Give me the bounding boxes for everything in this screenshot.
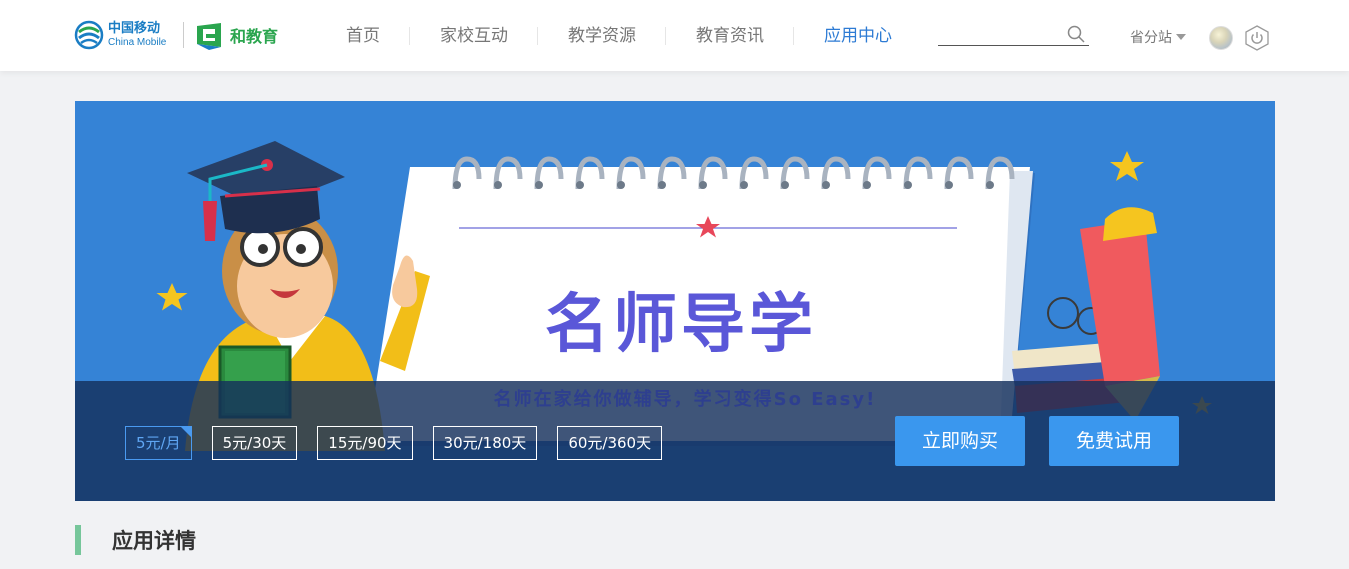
nav-teaching-resources[interactable]: 教学资源 (538, 25, 666, 47)
china-mobile-cn: 中国移动 (108, 21, 161, 36)
price-options: 5元/月 5元/30天 15元/90天 30元/180天 60元/360天 (125, 426, 682, 460)
banner-slogan: 名师在家给你做辅导，学习变得So Easy! (493, 389, 877, 410)
section-title: 应用详情 (112, 529, 196, 553)
caret-down-icon (1176, 34, 1186, 40)
logo-divider (183, 22, 184, 48)
search-input[interactable] (938, 24, 1058, 45)
china-mobile-icon (74, 20, 104, 50)
nav-home[interactable]: 首页 (316, 25, 410, 47)
search-box (938, 24, 1089, 46)
power-icon[interactable] (1244, 25, 1270, 55)
price-option-15-90days[interactable]: 15元/90天 (317, 426, 413, 460)
price-option-30-180days[interactable]: 30元/180天 (432, 426, 538, 460)
province-selector[interactable]: 省分站 (1130, 27, 1186, 47)
china-mobile-en: China Mobile (108, 37, 167, 48)
price-option-5-30days[interactable]: 5元/30天 (211, 426, 298, 460)
avatar[interactable] (1209, 26, 1233, 50)
nav-app-center[interactable]: 应用中心 (794, 25, 922, 47)
he-education-icon (197, 23, 221, 50)
top-header: 中国移动 China Mobile 和教育 首页 家校互动 教学资源 教育资讯 … (0, 0, 1349, 71)
china-mobile-logo[interactable]: 中国移动 China Mobile (74, 20, 166, 50)
nav-home-school[interactable]: 家校互动 (410, 25, 538, 47)
product-banner: 名师导学 名师在家给你做辅导，学习变得So Easy! 5元/月 5元/30天 … (75, 101, 1275, 501)
province-label: 省分站 (1130, 30, 1172, 46)
banner-title: 名师导学 (545, 288, 817, 362)
free-trial-button[interactable]: 免费试用 (1049, 416, 1179, 466)
buy-now-button[interactable]: 立即购买 (895, 416, 1025, 466)
price-option-5-month[interactable]: 5元/月 (125, 426, 192, 460)
price-option-60-360days[interactable]: 60元/360天 (557, 426, 663, 460)
he-education-logo[interactable]: 和教育 (194, 20, 278, 50)
section-accent-bar (75, 525, 81, 555)
app-details-heading: 应用详情 (75, 525, 196, 555)
he-education-name: 和教育 (230, 27, 279, 46)
nav-education-news[interactable]: 教育资讯 (666, 25, 794, 47)
main-nav: 首页 家校互动 教学资源 教育资讯 应用中心 (316, 0, 922, 71)
search-icon[interactable] (1067, 25, 1085, 47)
